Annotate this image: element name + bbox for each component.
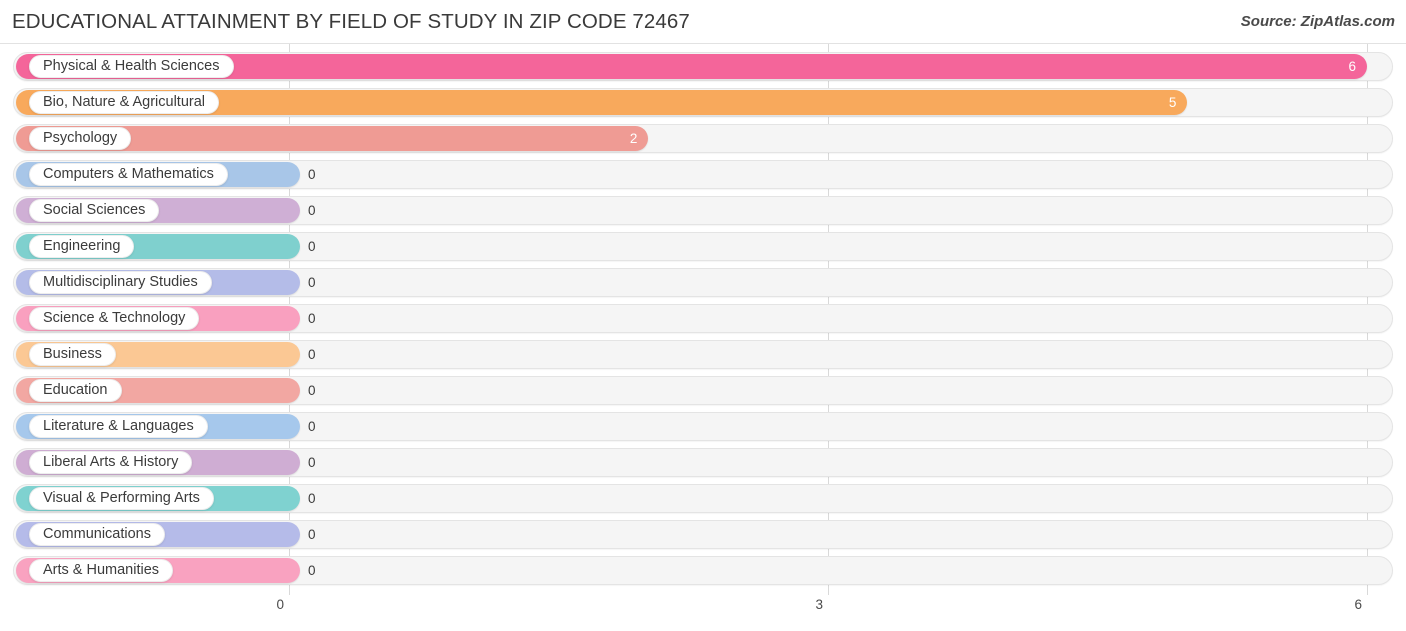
- category-label-pill[interactable]: Physical & Health Sciences: [29, 55, 234, 78]
- category-label: Engineering: [43, 238, 121, 255]
- bar-row[interactable]: Social Sciences 0: [13, 196, 1393, 225]
- bar-row[interactable]: 2 Psychology: [13, 124, 1393, 153]
- category-label-pill[interactable]: Business: [29, 343, 116, 366]
- x-axis: 0 3 6: [0, 595, 1406, 631]
- bar-value-label: 0: [308, 275, 316, 290]
- category-label: Liberal Arts & History: [43, 454, 179, 471]
- bar-value-label: 0: [308, 527, 316, 542]
- category-label: Education: [43, 382, 108, 399]
- category-label: Physical & Health Sciences: [43, 58, 220, 75]
- chart-plot-area: 6 Physical & Health Sciences 5 Bio, Nature …: [0, 44, 1406, 595]
- bar-row[interactable]: Science & Technology 0: [13, 304, 1393, 333]
- bar-value-label: 2: [629, 131, 638, 146]
- category-label: Multidisciplinary Studies: [43, 274, 198, 291]
- bar-value-label: 0: [308, 455, 316, 470]
- bar-value-label: 0: [308, 239, 316, 254]
- bar-row[interactable]: Multidisciplinary Studies 0: [13, 268, 1393, 297]
- bar-row[interactable]: Engineering 0: [13, 232, 1393, 261]
- category-label-pill[interactable]: Literature & Languages: [29, 415, 208, 438]
- bar-row[interactable]: 5 Bio, Nature & Agricultural: [13, 88, 1393, 117]
- x-tick-label: 6: [1354, 597, 1362, 612]
- category-label-pill[interactable]: Engineering: [29, 235, 135, 258]
- bar-row[interactable]: Arts & Humanities 0: [13, 556, 1393, 585]
- category-label: Psychology: [43, 130, 118, 147]
- category-label: Arts & Humanities: [43, 562, 160, 579]
- category-label: Computers & Mathematics: [43, 166, 214, 183]
- category-label-pill[interactable]: Education: [29, 379, 122, 402]
- category-label: Business: [43, 346, 102, 363]
- category-label: Social Sciences: [43, 202, 146, 219]
- x-tick-label: 3: [815, 597, 823, 612]
- bar-value-label: 0: [308, 383, 316, 398]
- bar-row[interactable]: Communications 0: [13, 520, 1393, 549]
- bar-row[interactable]: Literature & Languages 0: [13, 412, 1393, 441]
- page-title: EDUCATIONAL ATTAINMENT BY FIELD OF STUDY…: [12, 10, 690, 33]
- bar-row[interactable]: Business 0: [13, 340, 1393, 369]
- bar-value-label: 5: [1168, 95, 1177, 110]
- category-label: Science & Technology: [43, 310, 186, 327]
- x-tick-label: 0: [276, 597, 284, 612]
- source-attribution: Source: ZipAtlas.com: [1240, 13, 1395, 30]
- category-label: Literature & Languages: [43, 418, 194, 435]
- category-label-pill[interactable]: Arts & Humanities: [29, 559, 174, 582]
- bar-row[interactable]: Liberal Arts & History 0: [13, 448, 1393, 477]
- bar-value-label: 0: [308, 203, 316, 218]
- bar-value-label: 0: [308, 167, 316, 182]
- bar-value-label: 0: [308, 347, 316, 362]
- bar-value-label: 0: [308, 563, 316, 578]
- bar-row[interactable]: Computers & Mathematics 0: [13, 160, 1393, 189]
- bar-value-label: 0: [308, 311, 316, 326]
- category-label-pill[interactable]: Liberal Arts & History: [29, 451, 193, 474]
- bar-row[interactable]: Visual & Performing Arts 0: [13, 484, 1393, 513]
- category-label-pill[interactable]: Science & Technology: [29, 307, 200, 330]
- category-label: Communications: [43, 526, 151, 543]
- category-label-pill[interactable]: Psychology: [29, 127, 132, 150]
- bar-value-label: 0: [308, 491, 316, 506]
- category-label: Bio, Nature & Agricultural: [43, 94, 205, 111]
- category-label-pill[interactable]: Social Sciences: [29, 199, 160, 222]
- chart-header: EDUCATIONAL ATTAINMENT BY FIELD OF STUDY…: [0, 0, 1406, 44]
- bar-row[interactable]: 6 Physical & Health Sciences: [13, 52, 1393, 81]
- bar-value-label: 0: [308, 419, 316, 434]
- category-label-pill[interactable]: Computers & Mathematics: [29, 163, 228, 186]
- category-label-pill[interactable]: Visual & Performing Arts: [29, 487, 214, 510]
- bar-value-label: 6: [1348, 59, 1356, 74]
- category-label-pill[interactable]: Bio, Nature & Agricultural: [29, 91, 219, 114]
- bar-row[interactable]: Education 0: [13, 376, 1393, 405]
- category-label: Visual & Performing Arts: [43, 490, 200, 507]
- category-label-pill[interactable]: Multidisciplinary Studies: [29, 271, 212, 294]
- category-label-pill[interactable]: Communications: [29, 523, 165, 546]
